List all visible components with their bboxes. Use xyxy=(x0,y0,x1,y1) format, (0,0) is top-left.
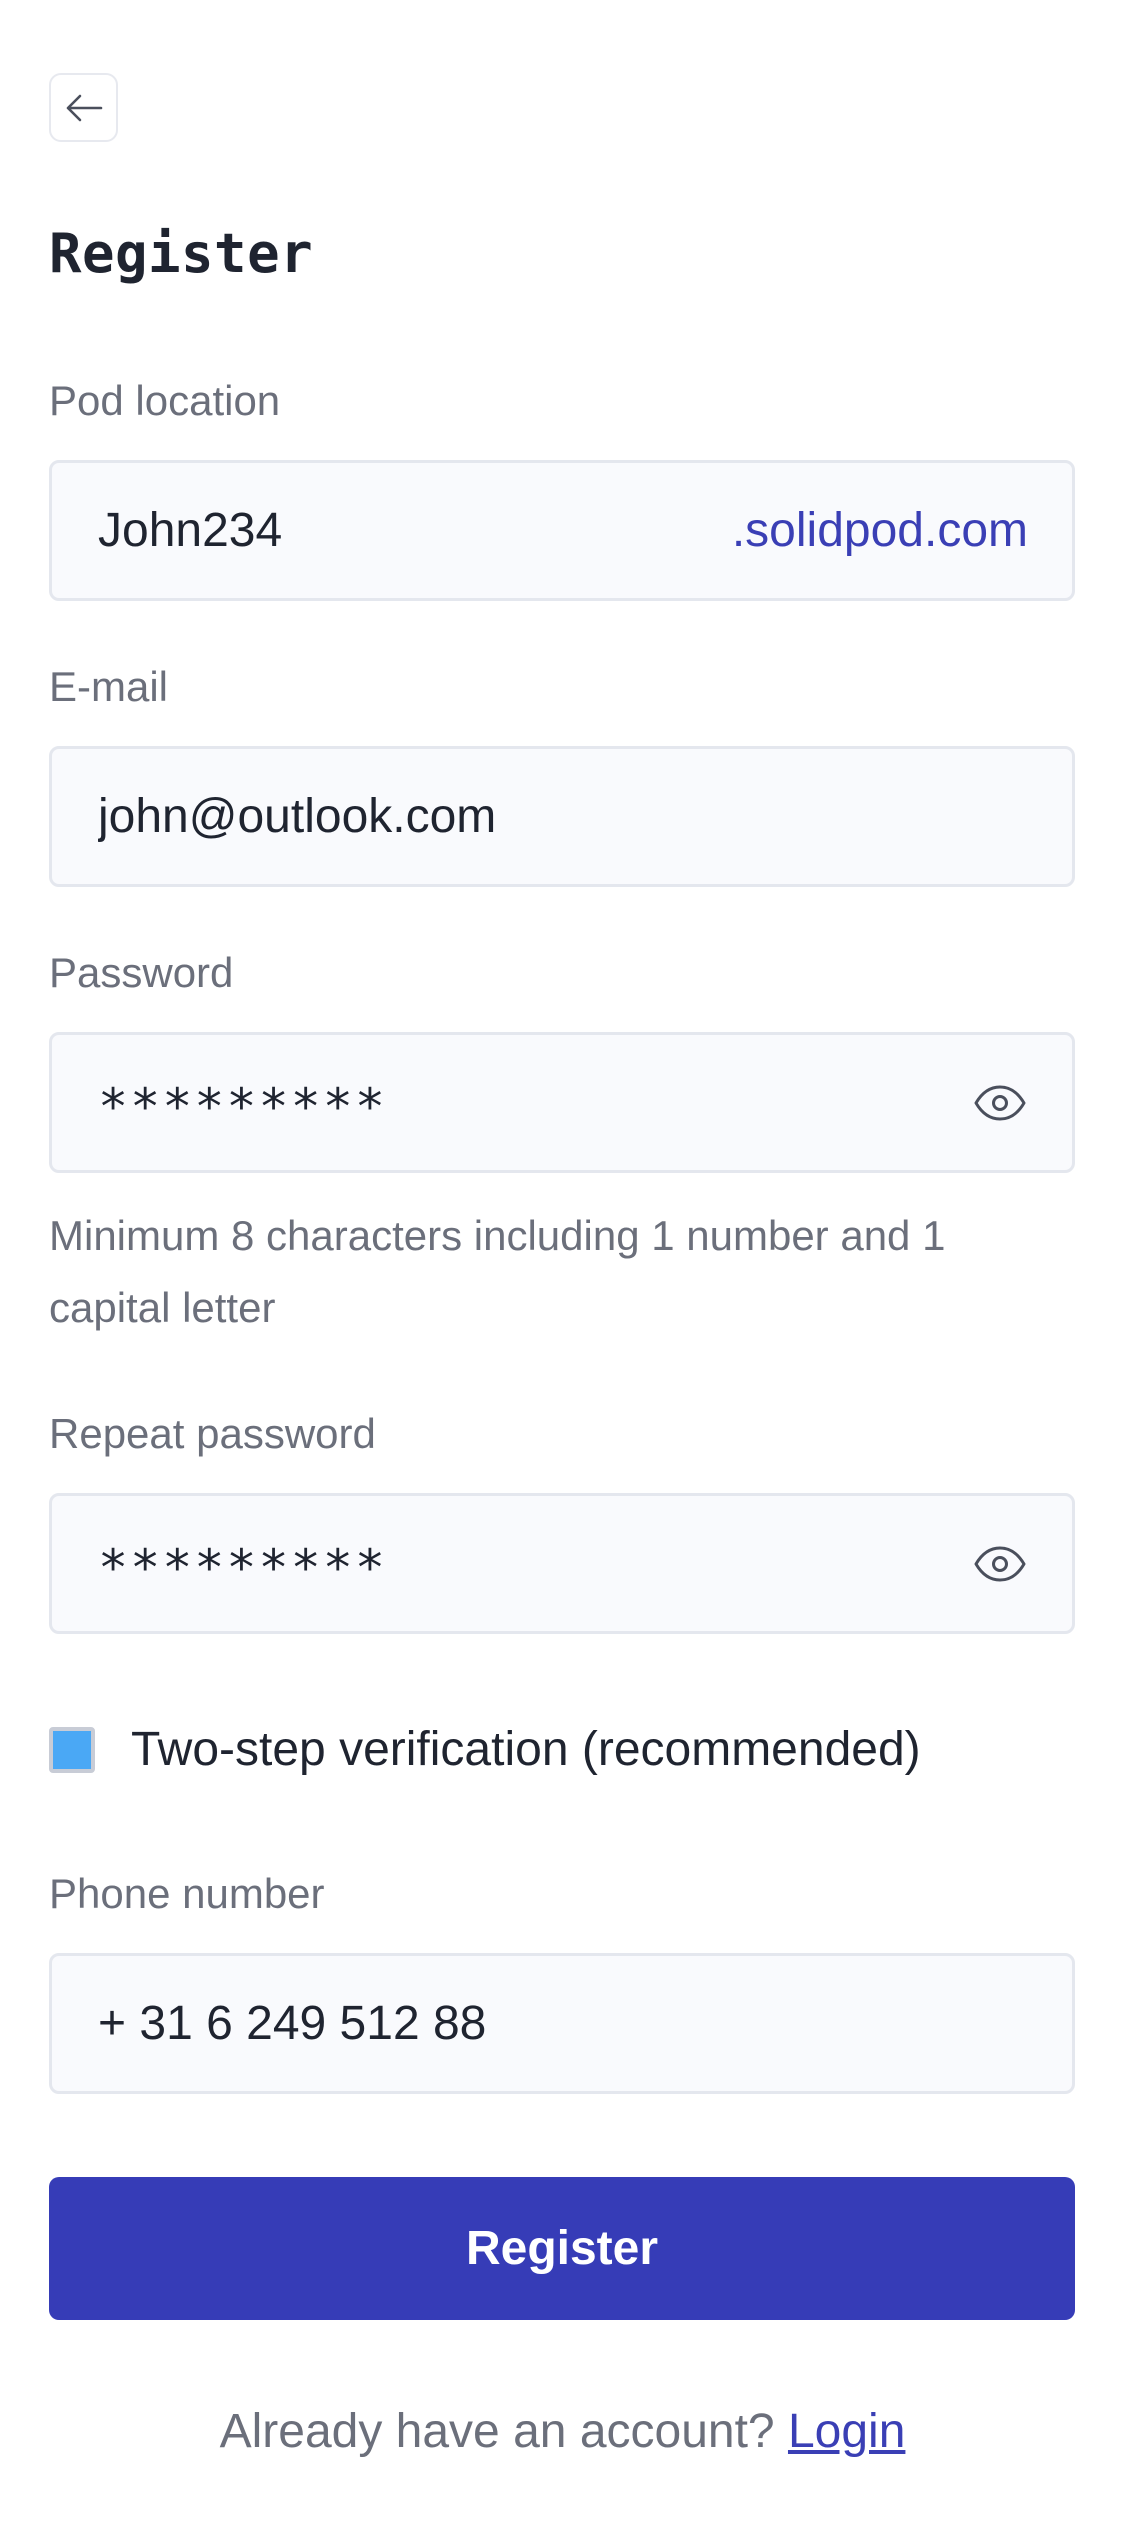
repeat-password-label: Repeat password xyxy=(49,1410,376,1457)
password-requirements-hint: Minimum 8 characters including 1 number … xyxy=(49,1212,946,1331)
login-prompt-text: Already have an account? xyxy=(219,2405,788,2458)
password-field[interactable]: ********* xyxy=(49,1032,1075,1173)
email-input[interactable]: john@outlook.com xyxy=(98,789,1028,844)
pod-location-label: Pod location xyxy=(49,377,281,424)
email-field[interactable]: john@outlook.com xyxy=(49,746,1075,887)
phone-label: Phone number xyxy=(49,1870,325,1917)
phone-field[interactable]: + 31 6 249 512 88 xyxy=(49,1953,1075,2094)
login-link[interactable]: Login xyxy=(788,2405,905,2458)
email-label: E-mail xyxy=(49,663,169,710)
two-step-label: Two-step verification (recommended) xyxy=(131,1723,921,1776)
page-title: Register xyxy=(49,222,314,285)
two-step-checkbox[interactable] xyxy=(49,1726,95,1773)
back-button[interactable] xyxy=(49,73,118,142)
two-step-verification-option[interactable]: Two-step verification (recommended) xyxy=(49,1722,921,1777)
password-input[interactable]: ********* xyxy=(98,1070,972,1136)
repeat-password-input[interactable]: ********* xyxy=(98,1531,972,1597)
register-button[interactable]: Register xyxy=(49,2177,1075,2320)
repeat-password-field[interactable]: ********* xyxy=(49,1493,1075,1634)
password-label: Password xyxy=(49,949,234,996)
arrow-left-icon xyxy=(66,94,102,121)
phone-input[interactable]: + 31 6 249 512 88 xyxy=(98,1996,1028,2051)
pod-location-field[interactable]: John234 .solidpod.com xyxy=(49,460,1075,601)
eye-icon[interactable] xyxy=(972,1544,1028,1584)
pod-domain-suffix: .solidpod.com xyxy=(731,504,1028,557)
eye-icon[interactable] xyxy=(972,1083,1028,1123)
pod-location-input[interactable]: John234 xyxy=(98,503,732,558)
login-prompt: Already have an account? Login xyxy=(0,2404,1125,2459)
